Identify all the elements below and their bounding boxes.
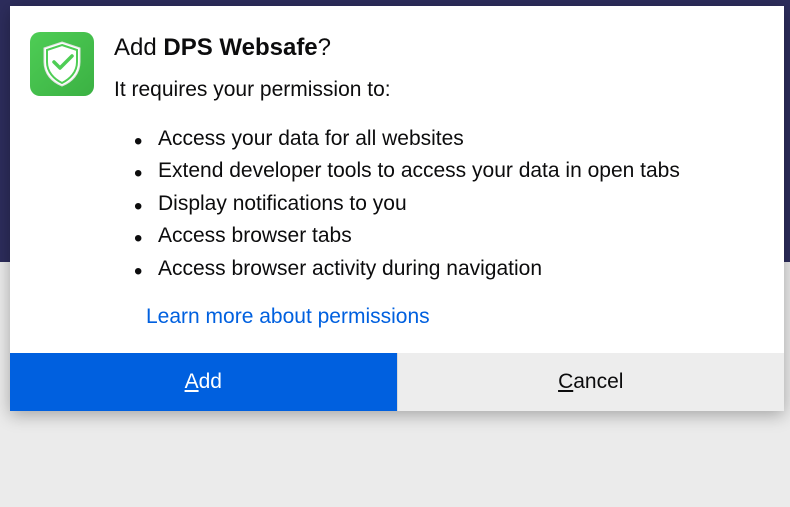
- permission-item: Access browser activity during navigatio…: [146, 253, 752, 286]
- add-button[interactable]: Add: [10, 353, 397, 411]
- title-prefix: Add: [114, 34, 163, 61]
- cancel-accelerator: C: [558, 370, 573, 393]
- add-accelerator: A: [185, 370, 199, 393]
- permission-item: Display notifications to you: [146, 188, 752, 221]
- extension-name: DPS Websafe: [163, 34, 317, 61]
- permission-intro: It requires your permission to:: [114, 75, 752, 104]
- dialog-content: Add DPS Websafe? It requires your permis…: [10, 6, 784, 353]
- permission-list: Access your data for all websites Extend…: [114, 123, 752, 286]
- cancel-label-rest: ancel: [573, 370, 623, 393]
- title-suffix: ?: [318, 34, 331, 61]
- add-label-rest: dd: [199, 370, 222, 393]
- dialog-text: Add DPS Websafe? It requires your permis…: [114, 32, 752, 329]
- permission-item: Extend developer tools to access your da…: [146, 155, 752, 188]
- cancel-button[interactable]: Cancel: [397, 353, 785, 411]
- permission-dialog: Add DPS Websafe? It requires your permis…: [10, 6, 784, 411]
- dialog-buttons: Add Cancel: [10, 353, 784, 411]
- permission-item: Access browser tabs: [146, 220, 752, 253]
- dialog-title: Add DPS Websafe?: [114, 32, 752, 63]
- permission-item: Access your data for all websites: [146, 123, 752, 156]
- shield-check-icon: [40, 40, 84, 88]
- extension-icon: [30, 32, 94, 96]
- learn-more-link[interactable]: Learn more about permissions: [146, 305, 430, 329]
